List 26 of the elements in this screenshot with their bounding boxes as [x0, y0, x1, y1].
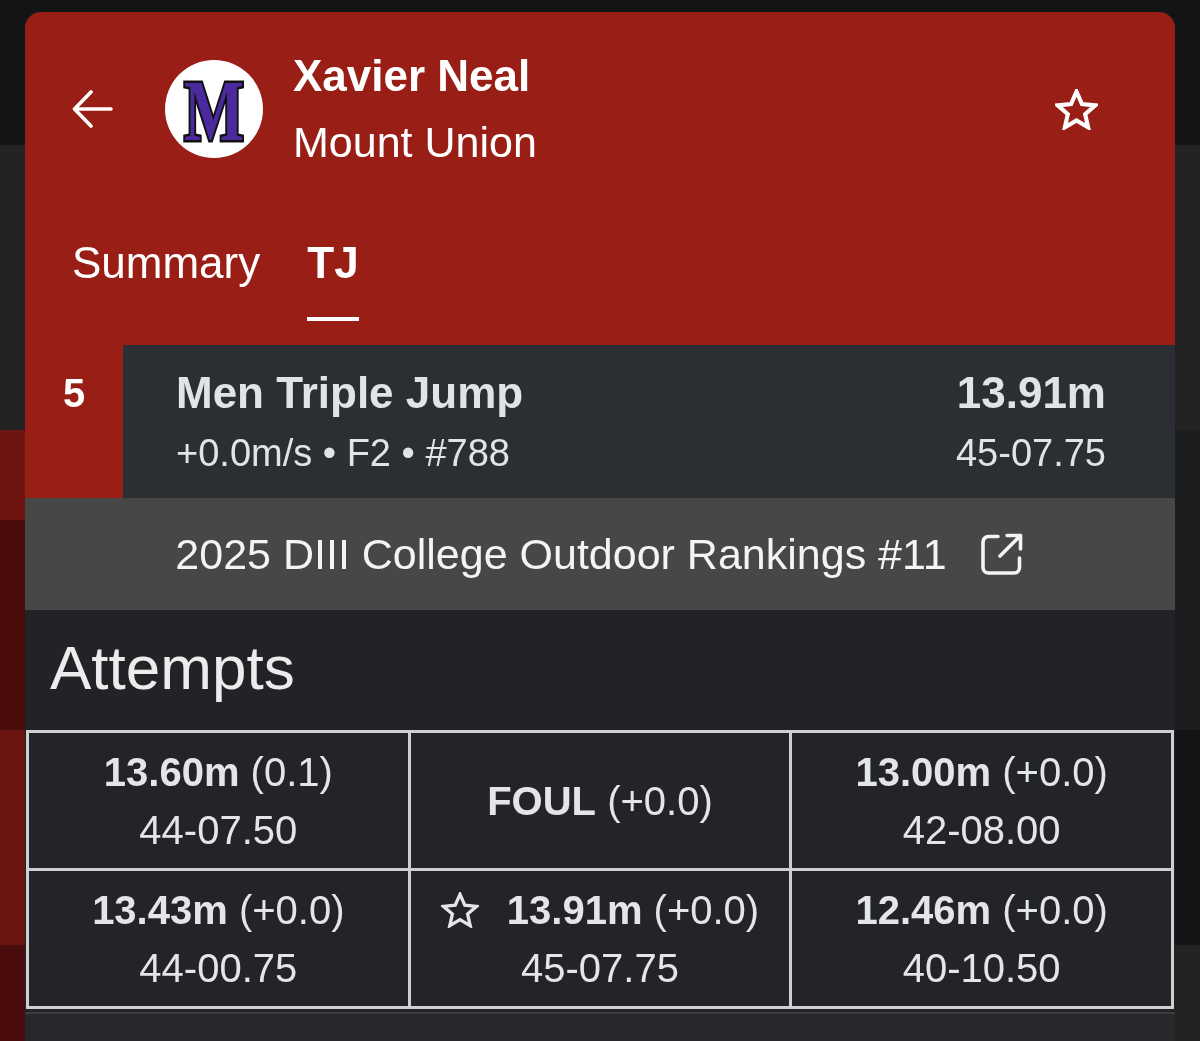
place-cell: 5: [25, 345, 123, 498]
external-link-icon: [978, 531, 1025, 577]
attempt-mark: 12.46m (+0.0): [855, 886, 1108, 934]
attempt-mark: 13.43m (+0.0): [92, 886, 345, 934]
tab[interactable]: TJ: [307, 238, 359, 321]
attempt-imperial: 44-07.50: [139, 806, 298, 854]
team-name: Mount Union: [293, 117, 537, 168]
back-arrow-icon[interactable]: [72, 90, 113, 128]
attempt-mark: 13.91m (+0.0): [506, 886, 760, 934]
attempt-mark: FOUL (+0.0): [487, 777, 713, 825]
athlete-name: Xavier Neal: [293, 50, 532, 102]
attempts-title: Attempts: [49, 633, 296, 703]
attempt-mark: 13.60m (0.1): [103, 748, 333, 796]
tab[interactable]: Summary: [72, 238, 261, 321]
star-icon[interactable]: [1055, 88, 1098, 130]
event-name: Men Triple Jump: [176, 367, 524, 419]
attempt-imperial: 42-08.00: [902, 806, 1061, 854]
attempt-imperial: 40-10.50: [902, 944, 1061, 992]
attempt-imperial: 45-07.75: [521, 944, 679, 992]
result-mark: 13.91m: [956, 367, 1106, 419]
result-imperial: 45-07.75: [956, 431, 1106, 476]
event-details: +0.0m/s • F2 • #788: [176, 431, 511, 476]
rankings-link[interactable]: 2025 DIII College Outdoor Rankings #11: [25, 498, 1175, 610]
team-logo: M: [165, 60, 263, 158]
attempt-mark: 13.00m (+0.0): [855, 748, 1108, 796]
attempt-imperial: 44-00.75: [139, 944, 298, 992]
